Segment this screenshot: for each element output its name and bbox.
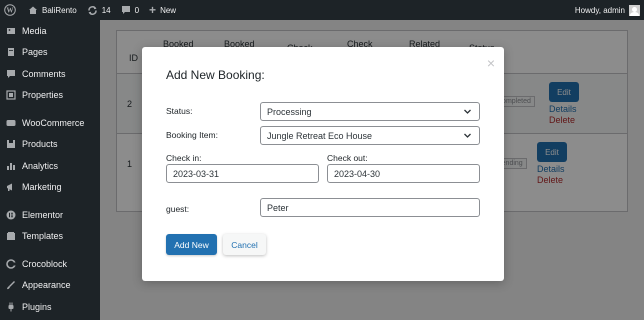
sidebar-item-pages[interactable]: Pages (0, 42, 100, 64)
sidebar-item-label: Comments (22, 68, 66, 79)
modal-title: Add New Booking: (166, 68, 265, 82)
sidebar-item-templates[interactable]: Templates (0, 226, 100, 248)
appearance-icon (6, 280, 16, 290)
updates-icon (87, 5, 97, 15)
sidebar-item-label: Marketing (22, 182, 62, 193)
add-booking-modal: Add New Booking: × Status: Processing Bo… (142, 47, 504, 281)
sidebar-item-media[interactable]: Media (0, 20, 100, 42)
plus-icon: + (149, 3, 157, 17)
woocommerce-icon (6, 118, 16, 128)
close-icon[interactable]: × (487, 56, 495, 70)
sidebar-item-label: Appearance (22, 280, 71, 291)
sidebar-item-properties[interactable]: Properties (0, 85, 100, 107)
sidebar-item-label: Analytics (22, 160, 59, 171)
sidebar-item-comments[interactable]: Comments (0, 63, 100, 85)
chevron-down-icon (464, 133, 471, 138)
sidebar-item-marketing[interactable]: Marketing (0, 177, 100, 199)
booking-item-select[interactable]: Jungle Retreat Eco House (260, 126, 480, 145)
greeting-text: Howdy, admin (574, 5, 625, 15)
plugins-icon (6, 302, 16, 312)
booking-item-label: Booking Item: (166, 130, 218, 140)
cancel-button[interactable]: Cancel (223, 234, 266, 255)
products-icon (6, 139, 16, 149)
updates-count: 14 (101, 5, 111, 15)
pages-icon (6, 47, 16, 57)
chevron-down-icon (464, 109, 471, 114)
comments-icon (6, 69, 16, 79)
sidebar-item-label: Products (22, 139, 58, 150)
new-label: New (160, 5, 177, 15)
media-icon (6, 26, 16, 36)
status-value: Processing (267, 106, 312, 117)
elementor-icon (6, 210, 16, 220)
sidebar-item-woocommerce[interactable]: WooCommerce (0, 112, 100, 134)
check-in-field[interactable]: 2023-03-31 (166, 164, 319, 183)
add-new-button[interactable]: Add New (166, 234, 217, 255)
comment-bubble-icon (121, 6, 130, 14)
sidebar-item-label: Properties (22, 90, 64, 101)
booking-item-value: Jungle Retreat Eco House (267, 130, 373, 141)
guest-value: Peter (267, 202, 289, 213)
my-account[interactable]: Howdy, admin (575, 0, 640, 20)
properties-icon (6, 90, 16, 100)
comments-count: 0 (134, 5, 140, 15)
check-out-value: 2023-04-30 (334, 168, 381, 179)
sidebar-item-elementor[interactable]: Elementor (0, 204, 100, 226)
guest-field[interactable]: Peter (260, 198, 480, 217)
sidebar-item-appearance[interactable]: Appearance (0, 275, 100, 297)
sidebar-item-label: Templates (22, 231, 64, 242)
sidebar-item-plugins[interactable]: Plugins (0, 296, 100, 318)
status-select[interactable]: Processing (260, 102, 480, 121)
sidebar-item-label: Pages (22, 47, 48, 58)
sidebar-item-crocoblock[interactable]: Crocoblock (0, 253, 100, 275)
sidebar-item-label: Media (22, 25, 47, 36)
check-in-value: 2023-03-31 (173, 168, 220, 179)
updates-link[interactable]: 14 (81, 0, 115, 20)
svg-text:W: W (7, 7, 14, 15)
admin-sidebar: Media Pages Comments Properties WooComme… (0, 20, 100, 320)
sidebar-item-products[interactable]: Products (0, 134, 100, 156)
sidebar-item-label: Crocoblock (22, 258, 68, 269)
marketing-icon (6, 182, 16, 192)
sidebar-item-label: Plugins (22, 301, 52, 312)
new-content-link[interactable]: + New (143, 0, 180, 20)
check-out-label: Check out: (327, 153, 368, 163)
analytics-icon (6, 161, 16, 171)
avatar (629, 4, 640, 16)
wordpress-logo-button[interactable]: W (0, 0, 20, 20)
sidebar-item-label: Elementor (22, 209, 64, 220)
check-in-label: Check in: (166, 153, 202, 163)
guest-label: guest: (166, 204, 190, 214)
status-label: Status: (166, 106, 193, 116)
sidebar-item-label: WooCommerce (22, 117, 85, 128)
crocoblock-icon (6, 258, 16, 269)
admin-bar: W BaliRento 14 0 + New Howdy, admin (0, 0, 644, 20)
sidebar-item-analytics[interactable]: Analytics (0, 155, 100, 177)
home-icon (29, 6, 37, 14)
templates-icon (6, 231, 16, 241)
check-out-field[interactable]: 2023-04-30 (327, 164, 480, 183)
site-name: BaliRento (42, 5, 77, 15)
site-name-link[interactable]: BaliRento (20, 0, 81, 20)
wordpress-icon: W (4, 4, 16, 16)
comments-link[interactable]: 0 (115, 0, 143, 20)
